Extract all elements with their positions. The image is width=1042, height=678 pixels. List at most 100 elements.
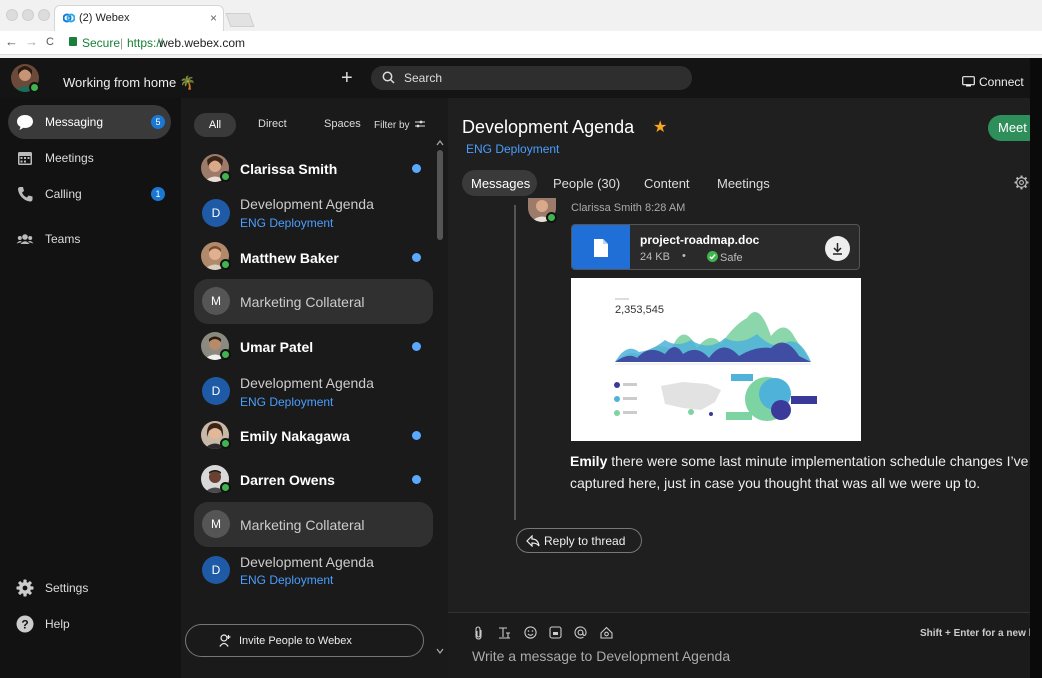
nav-item-calling[interactable]: Calling 1: [8, 177, 171, 211]
connect-icon: [962, 76, 975, 87]
contact-name: Matthew Baker: [240, 250, 339, 266]
favorite-star-icon[interactable]: ★: [653, 117, 667, 137]
filter-by-button[interactable]: Filter by: [374, 120, 426, 131]
nav-item-teams[interactable]: Teams: [8, 222, 171, 256]
gif-icon[interactable]: [549, 626, 562, 642]
filter-tab-direct[interactable]: Direct: [258, 118, 287, 130]
search-bar[interactable]: Search: [371, 66, 692, 90]
chat-bubble-icon: [17, 115, 33, 130]
emoji-icon[interactable]: [524, 626, 537, 642]
browser-tab[interactable]: (2) Webex ×: [54, 5, 224, 31]
nav-label-meetings: Meetings: [45, 151, 94, 165]
connect-label: Connect: [979, 75, 1024, 89]
tab-messages[interactable]: Messages: [471, 176, 530, 191]
format-text-icon[interactable]: [498, 626, 511, 642]
list-item[interactable]: D Development Agenda ENG Deployment: [194, 190, 433, 235]
space-avatar: D: [202, 199, 230, 227]
download-button[interactable]: [825, 236, 850, 261]
whiteboard-icon[interactable]: [600, 626, 613, 642]
unread-badge: 5: [151, 115, 165, 129]
check-circle-icon: [707, 251, 718, 262]
calendar-icon: [18, 152, 32, 165]
nav-label-help: Help: [45, 617, 70, 631]
list-item[interactable]: Darren Owens: [194, 457, 433, 502]
presence-indicator: [220, 438, 231, 449]
nav-item-meetings[interactable]: Meetings: [8, 141, 171, 175]
invite-people-button[interactable]: Invite People to Webex: [185, 624, 424, 657]
nav-item-messaging[interactable]: Messaging 5: [8, 105, 171, 139]
lock-icon: [69, 37, 77, 46]
address-bar-row: ← → C Secure | https:// web.webex.com: [0, 31, 1042, 55]
tab-close-icon[interactable]: ×: [210, 11, 217, 25]
url-separator: |: [120, 36, 124, 50]
list-item[interactable]: Matthew Baker: [194, 235, 433, 280]
window-close-dot[interactable]: [6, 9, 18, 21]
url-host[interactable]: web.webex.com: [159, 36, 245, 50]
filter-tab-spaces[interactable]: Spaces: [324, 118, 361, 130]
scrollbar-thumb[interactable]: [437, 150, 443, 240]
url-scheme[interactable]: https://: [127, 36, 163, 50]
file-safe-label: Safe: [720, 252, 743, 264]
mention-icon[interactable]: [574, 626, 587, 642]
new-tab-button[interactable]: [225, 13, 255, 27]
list-item[interactable]: Clarissa Smith: [194, 146, 433, 191]
space-team-label: ENG Deployment: [240, 573, 334, 587]
secure-label: Secure: [82, 36, 121, 50]
nav-label-calling: Calling: [45, 187, 82, 201]
connect-button[interactable]: Connect: [962, 75, 1024, 89]
webex-favicon-icon: [63, 13, 75, 23]
presence-indicator: [220, 349, 231, 360]
invite-label: Invite People to Webex: [239, 635, 352, 647]
unread-badge: 1: [151, 187, 165, 201]
filter-icon: [415, 120, 426, 128]
list-item[interactable]: D Development Agenda ENG Deployment: [194, 546, 433, 591]
shared-chart-image[interactable]: 2,353,545: [571, 278, 861, 441]
space-title: Development Agenda: [462, 117, 635, 137]
filter-tab-all[interactable]: All: [194, 113, 236, 137]
nav-item-settings[interactable]: Settings: [8, 571, 171, 605]
presence-indicator: [220, 259, 231, 270]
message-body-text: there were some last minute implementati…: [570, 453, 1029, 491]
search-icon: [382, 71, 395, 84]
thread-line: [514, 205, 516, 520]
presence-indicator: [546, 212, 557, 223]
help-icon: ?: [16, 615, 34, 633]
back-icon[interactable]: ←: [5, 34, 18, 49]
reply-label: Reply to thread: [544, 534, 626, 548]
svg-text:?: ?: [21, 618, 28, 632]
space-team-link[interactable]: ENG Deployment: [466, 142, 559, 156]
status-message[interactable]: Working from home 🌴: [63, 75, 196, 91]
reload-icon[interactable]: C: [46, 36, 54, 48]
file-safe-status: Safe: [707, 251, 743, 264]
message-author-meta: Clarissa Smith 8:28 AM: [571, 202, 686, 214]
nav-item-help[interactable]: ? Help: [8, 607, 171, 641]
list-item[interactable]: M Marketing Collateral: [194, 279, 433, 324]
window-minimize-dot[interactable]: [22, 9, 34, 21]
file-attachment[interactable]: project-roadmap.doc 24 KB • Safe: [571, 224, 860, 270]
add-button[interactable]: +: [341, 68, 353, 88]
file-size: 24 KB: [640, 251, 670, 263]
attach-icon[interactable]: [474, 626, 484, 643]
list-item[interactable]: D Development Agenda ENG Deployment: [194, 368, 433, 413]
team-icon: [16, 234, 34, 244]
reply-to-thread-button[interactable]: Reply to thread: [516, 528, 642, 553]
forward-icon[interactable]: →: [25, 34, 38, 49]
space-avatar: M: [202, 287, 230, 315]
message-input[interactable]: Write a message to Development Agenda: [472, 648, 730, 664]
space-settings-gear-icon[interactable]: [1014, 175, 1029, 190]
document-icon: [594, 239, 608, 257]
tab-content[interactable]: Content: [644, 176, 690, 191]
unread-dot: [412, 431, 421, 440]
list-item[interactable]: Emily Nakagawa: [194, 413, 433, 458]
space-name: Marketing Collateral: [240, 517, 365, 533]
list-item[interactable]: M Marketing Collateral: [194, 502, 433, 547]
tab-people[interactable]: People (30): [553, 176, 620, 191]
window-zoom-dot[interactable]: [38, 9, 50, 21]
message-author-name: Emily: [570, 453, 608, 469]
tab-meetings[interactable]: Meetings: [717, 176, 770, 191]
space-name: Development Agenda: [240, 196, 374, 212]
list-item[interactable]: Umar Patel: [194, 324, 433, 369]
message-text: Emily there were some last minute implem…: [570, 450, 1035, 494]
space-team-label: ENG Deployment: [240, 395, 334, 409]
contact-name: Clarissa Smith: [240, 161, 338, 177]
